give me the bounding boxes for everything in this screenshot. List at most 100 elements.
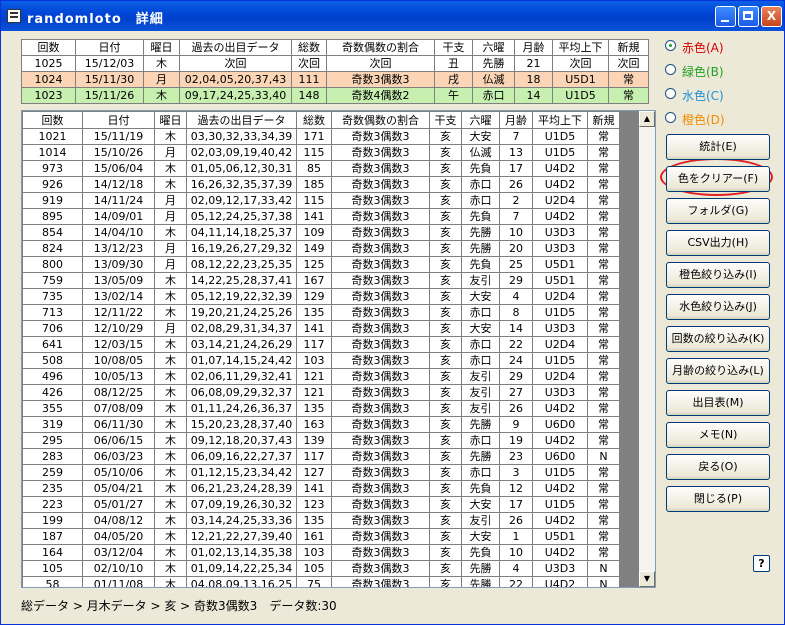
top-column-header[interactable]: 回数 [21,39,76,56]
top-column-header[interactable]: 平均上下 [552,39,609,56]
table-row[interactable]: 319 06/11/30 木 15,20,23,28,37,40 163 奇数3偶数3 亥先… [22,416,620,433]
memo-button[interactable]: メモ(N) [666,422,770,448]
count-filter-button[interactable]: 回数の絞り込み(K) [666,326,770,352]
table-cell: 先勝 [461,416,500,433]
scroll-down-button[interactable]: ▼ [639,571,655,587]
list-column-header[interactable]: 干支 [429,111,462,129]
table-row[interactable]: 295 06/06/15 木 09,12,18,20,37,43 139 奇数3偶数3 亥赤… [22,432,620,449]
table-row[interactable]: 735 13/02/14 木 05,12,19,22,32,39 129 奇数3偶数3 亥大… [22,288,620,305]
table-row[interactable]: 199 04/08/12 木 03,14,24,25,33,36 135 奇数3偶数3 亥友… [22,512,620,529]
table-cell: 亥 [429,464,462,481]
list-column-header[interactable]: 六曜 [461,111,500,129]
table-cell: 大安 [461,528,500,545]
table-cell: 友引 [461,272,500,289]
close-dialog-button[interactable]: 閉じる(P) [666,486,770,512]
table-row[interactable]: 926 14/12/18 木 16,26,32,35,37,39 185 奇数3偶数3 亥赤… [22,176,620,193]
top-column-header[interactable]: 総数 [291,39,327,56]
draw-row[interactable]: 1023 15/11/26 木 09,17,24,25,33,40 148 奇数4偶数2 午… [21,87,649,104]
table-cell: 木 [154,560,187,577]
table-row[interactable]: 919 14/11/24 月 02,09,12,17,33,42 115 奇数3偶数3 亥赤… [22,192,620,209]
list-column-header[interactable]: 日付 [82,111,155,129]
table-cell: 02,08,29,31,34,37 [186,320,297,337]
top-column-header[interactable]: 奇数偶数の割合 [326,39,435,56]
table-row[interactable]: 713 12/11/22 木 19,20,21,24,25,26 135 奇数3偶数3 亥赤… [22,304,620,321]
table-row[interactable]: 508 10/08/05 木 01,07,14,15,24,42 103 奇数3偶数3 亥赤… [22,352,620,369]
top-column-header[interactable]: 新規 [608,39,649,56]
top-column-header[interactable]: 六曜 [472,39,515,56]
color-radio[interactable]: 橙色(D) [665,109,775,127]
table-row[interactable]: 824 13/12/23 月 16,19,26,27,29,32 149 奇数3偶数3 亥先… [22,240,620,257]
top-column-header[interactable]: 月齢 [514,39,553,56]
table-row[interactable]: 283 06/03/23 木 06,09,16,22,27,37 117 奇数3偶数3 亥先… [22,448,620,465]
table-cell: 09,12,18,20,37,43 [186,432,297,449]
table-row[interactable]: 259 05/10/06 木 01,12,15,23,34,42 127 奇数3偶数3 亥赤… [22,464,620,481]
folder-button[interactable]: フォルダ(G) [666,198,770,224]
back-button[interactable]: 戻る(O) [666,454,770,480]
help-button[interactable]: ? [753,555,770,572]
list-column-header[interactable]: 総数 [296,111,332,129]
table-cell: 16,19,26,27,29,32 [186,240,297,257]
top-column-header[interactable]: 干支 [434,39,473,56]
close-button[interactable]: X [761,6,782,27]
title-bar[interactable]: randomloto 詳細 X [1,1,784,31]
list-column-header[interactable]: 曜日 [154,111,187,129]
csv-output-button[interactable]: CSV出力(H) [666,230,770,256]
results-list[interactable]: 回数 日付 曜日 過去の出目データ 総数 奇数偶数の割合 干支 六曜 月齢 平均上下 新規 1021… [21,110,656,588]
top-column-header[interactable]: 曜日 [143,39,180,56]
table-cell: 115 [296,192,332,209]
table-row[interactable]: 105 02/10/10 木 01,09,14,22,25,34 105 奇数3偶数3 亥先… [22,560,620,577]
top-column-header[interactable]: 過去の出目データ [179,39,292,56]
table-row[interactable]: 223 05/01/27 木 07,09,19,26,30,32 123 奇数3偶数3 亥大… [22,496,620,513]
draw-row[interactable]: 1024 15/11/30 月 02,04,05,20,37,43 111 奇数3偶数3 戌… [21,71,649,88]
table-cell: 亥 [429,256,462,273]
table-row[interactable]: 641 12/03/15 木 03,14,21,24,26,29 117 奇数3偶数3 亥赤… [22,336,620,353]
cyan-filter-button[interactable]: 水色絞り込み(J) [666,294,770,320]
table-row[interactable]: 164 03/12/04 木 01,02,13,14,35,38 103 奇数3偶数3 亥先… [22,544,620,561]
radio-empty-icon[interactable] [665,112,676,123]
table-cell: 常 [587,256,620,273]
table-cell: 800 [22,256,83,273]
table-row[interactable]: 496 10/05/13 木 02,06,11,29,32,41 121 奇数3偶数3 亥友… [22,368,620,385]
radio-selected-icon[interactable] [665,40,676,51]
list-column-header[interactable]: 平均上下 [532,111,588,129]
table-row[interactable]: 58 01/11/08 木 04,08,09,13,16,25 75 奇数3偶数3 亥先勝 2… [22,576,620,587]
list-column-header[interactable]: 新規 [587,111,620,129]
table-row[interactable]: 706 12/10/29 月 02,08,29,31,34,37 141 奇数3偶数3 亥大… [22,320,620,337]
table-row[interactable]: 759 13/05/09 木 14,22,25,28,37,41 167 奇数3偶数3 亥友… [22,272,620,289]
table-row[interactable]: 895 14/09/01 月 05,12,24,25,37,38 141 奇数3偶数3 亥先… [22,208,620,225]
minimize-icon [721,20,729,22]
table-row[interactable]: 355 07/08/09 木 01,11,24,26,36,37 135 奇数3偶数3 亥友… [22,400,620,417]
table-row[interactable]: 973 15/06/04 木 01,05,06,12,30,31 85 奇数3偶数3 亥先負… [22,160,620,177]
list-column-header[interactable]: 回数 [22,111,83,129]
vertical-scrollbar[interactable]: ▲ ▼ [639,111,655,587]
scroll-up-button[interactable]: ▲ [639,111,655,127]
table-cell: 奇数3偶数3 [331,560,430,577]
stats-button[interactable]: 統計(E) [666,134,770,160]
radio-empty-icon[interactable] [665,88,676,99]
table-row[interactable]: 1014 15/10/26 月 02,03,09,19,40,42 115 奇数3偶数3 亥… [22,144,620,161]
moon-age-filter-button[interactable]: 月齢の絞り込み(L) [666,358,770,384]
table-row[interactable]: 187 04/05/20 木 12,21,22,27,39,40 161 奇数3偶数3 亥大… [22,528,620,545]
list-column-header[interactable]: 月齢 [499,111,533,129]
number-table-button[interactable]: 出目表(M) [666,390,770,416]
top-column-header[interactable]: 日付 [75,39,144,56]
table-row[interactable]: 854 14/04/10 木 04,11,14,18,25,37 109 奇数3偶数3 亥先… [22,224,620,241]
table-row[interactable]: 800 13/09/30 月 08,12,22,23,25,35 125 奇数3偶数3 亥先… [22,256,620,273]
table-row[interactable]: 426 08/12/25 木 06,08,09,29,32,37 121 奇数3偶数3 亥友… [22,384,620,401]
color-radio[interactable]: 緑色(B) [665,61,775,79]
clear-color-button[interactable]: 色をクリアー(F) [666,166,770,192]
color-radio[interactable]: 水色(C) [665,85,775,103]
maximize-button[interactable] [738,6,759,27]
table-row[interactable]: 235 05/04/21 木 06,21,23,24,28,39 141 奇数3偶数3 亥先… [22,480,620,497]
table-row[interactable]: 1021 15/11/19 木 03,30,32,33,34,39 171 奇数3偶数3 亥… [22,128,620,145]
table-cell: U4D2 [532,160,588,177]
list-column-header[interactable]: 奇数偶数の割合 [331,111,430,129]
table-cell: 04,11,14,18,25,37 [186,224,297,241]
draw-row[interactable]: 1025 15/12/03 木次回 次回 次回丑先勝 21 次回 次回 [21,55,649,72]
table-cell: 163 [296,416,332,433]
minimize-button[interactable] [715,6,736,27]
orange-filter-button[interactable]: 橙色絞り込み(I) [666,262,770,288]
radio-empty-icon[interactable] [665,64,676,75]
color-radio[interactable]: 赤色(A) [665,37,775,55]
list-column-header[interactable]: 過去の出目データ [186,111,297,129]
